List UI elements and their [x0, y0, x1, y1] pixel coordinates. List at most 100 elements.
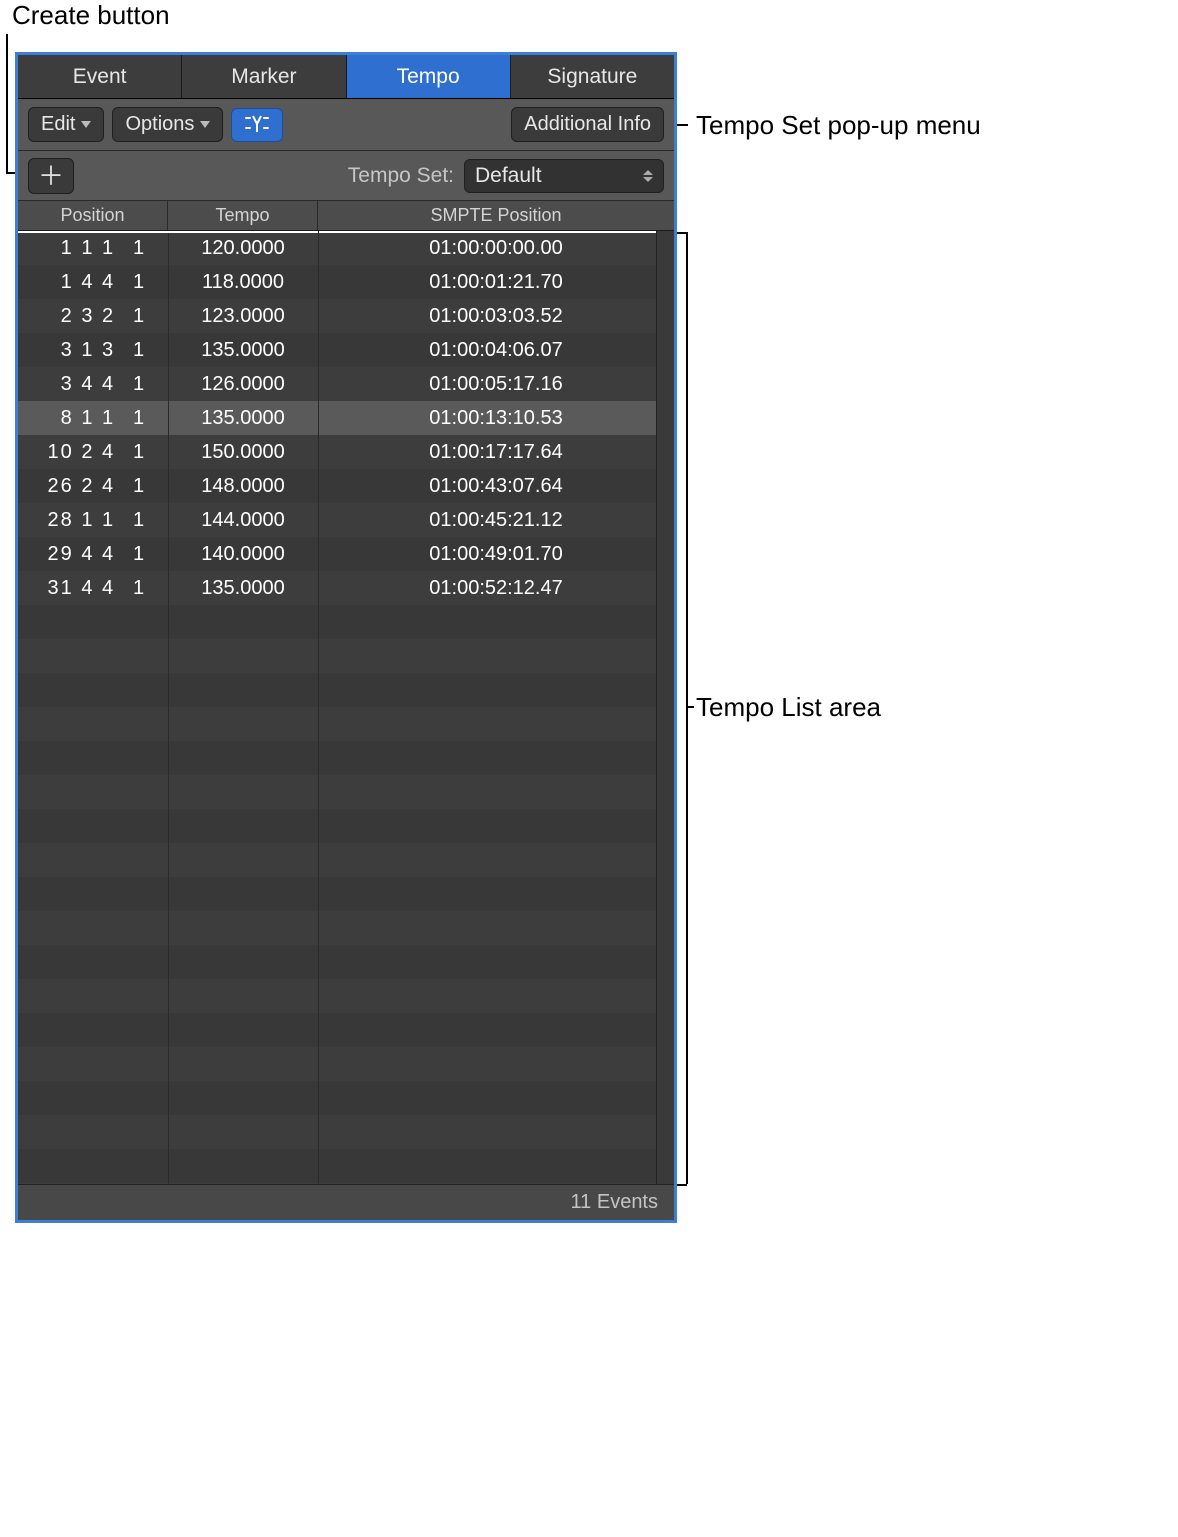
- table-row[interactable]: 8 1 11135.000001:00:13:10.53: [18, 401, 674, 435]
- cell-position: 1 4 4: [18, 271, 115, 294]
- cell-position-sub: 1: [119, 441, 158, 464]
- table-row[interactable]: 3 4 41 126.000001:00:05:17.16: [18, 367, 674, 401]
- toolbar: Edit Options Additional Info: [18, 99, 674, 151]
- empty-row: [18, 741, 674, 775]
- cell-tempo: 123.0000: [168, 305, 318, 328]
- cell-smpte: 01:00:43:07.64: [318, 475, 674, 498]
- chevron-down-icon: [81, 121, 91, 128]
- tab-event[interactable]: Event: [18, 55, 182, 98]
- table-row[interactable]: 2 3 21 123.000001:00:03:03.52: [18, 299, 674, 333]
- cell-smpte: 01:00:01:21.70: [318, 271, 674, 294]
- tempo-list-window: Event Marker Tempo Signature Edit Option…: [15, 52, 677, 1223]
- tempo-set-popup[interactable]: Default: [464, 159, 664, 193]
- cell-position: 3 4 4: [18, 373, 115, 396]
- cell-position-sub: 1: [119, 407, 158, 430]
- tab-marker[interactable]: Marker: [182, 55, 346, 98]
- cell-tempo: 144.0000: [168, 509, 318, 532]
- callout-create-button: Create button: [12, 0, 170, 31]
- cell-position: 28 1 1: [18, 509, 115, 532]
- cell-tempo: 135.0000: [168, 339, 318, 362]
- col-position[interactable]: Position: [18, 201, 168, 230]
- cell-position-sub: 1: [119, 577, 158, 600]
- col-smpte[interactable]: SMPTE Position: [318, 201, 674, 230]
- additional-info-button[interactable]: Additional Info: [511, 107, 664, 142]
- cell-smpte: 01:00:45:21.12: [318, 509, 674, 532]
- table-row[interactable]: 26 2 41 148.000001:00:43:07.64: [18, 469, 674, 503]
- cell-position-sub: 1: [119, 475, 158, 498]
- table-row[interactable]: 10 2 41150.000001:00:17:17.64: [18, 435, 674, 469]
- create-button[interactable]: ＋: [28, 158, 74, 194]
- cell-tempo: 118.0000: [168, 271, 318, 294]
- cell-position-sub: 1: [119, 271, 158, 294]
- cell-position-sub: 1: [119, 339, 158, 362]
- options-menu[interactable]: Options: [112, 107, 223, 142]
- empty-row: [18, 911, 674, 945]
- empty-row: [18, 1047, 674, 1081]
- empty-row: [18, 605, 674, 639]
- cell-smpte: 01:00:49:01.70: [318, 543, 674, 566]
- empty-row: [18, 1183, 674, 1184]
- callout-tempo-list-area: Tempo List area: [696, 692, 881, 723]
- cell-position: 1 1 1: [18, 237, 115, 260]
- tempo-list-area[interactable]: 1 1 11120.000001:00:00:00.001 4 41118.00…: [18, 231, 674, 1184]
- catch-filter-button[interactable]: [231, 108, 283, 142]
- empty-row: [18, 1081, 674, 1115]
- empty-row: [18, 673, 674, 707]
- tempo-set-value: Default: [475, 164, 542, 188]
- cell-tempo: 135.0000: [168, 407, 318, 430]
- cell-position-sub: 1: [119, 373, 158, 396]
- filter-icon: [244, 114, 270, 136]
- cell-smpte: 01:00:05:17.16: [318, 373, 674, 396]
- empty-row: [18, 1013, 674, 1047]
- cell-tempo: 120.0000: [168, 237, 318, 260]
- edit-menu[interactable]: Edit: [28, 107, 104, 142]
- empty-row: [18, 877, 674, 911]
- cell-smpte: 01:00:13:10.53: [318, 407, 674, 430]
- column-header: Position Tempo SMPTE Position: [18, 201, 674, 231]
- cell-smpte: 01:00:00:00.00: [318, 237, 674, 260]
- empty-row: [18, 775, 674, 809]
- cell-position: 2 3 2: [18, 305, 115, 328]
- cell-smpte: 01:00:03:03.52: [318, 305, 674, 328]
- table-row[interactable]: 1 4 41 118.000001:00:01:21.70: [18, 265, 674, 299]
- cell-position: 10 2 4: [18, 441, 115, 464]
- col-tempo[interactable]: Tempo: [168, 201, 318, 230]
- event-count: 11 Events: [571, 1191, 658, 1214]
- cell-tempo: 150.0000: [168, 441, 318, 464]
- tempo-set-bar: ＋ Tempo Set: Default: [18, 151, 674, 201]
- tempo-set-label: Tempo Set:: [348, 164, 454, 188]
- cell-tempo: 140.0000: [168, 543, 318, 566]
- cell-position: 29 4 4: [18, 543, 115, 566]
- table-row[interactable]: 31 4 41 135.000001:00:52:12.47: [18, 571, 674, 605]
- cell-tempo: 126.0000: [168, 373, 318, 396]
- cell-position-sub: 1: [119, 509, 158, 532]
- cell-position: 26 2 4: [18, 475, 115, 498]
- empty-row: [18, 843, 674, 877]
- empty-row: [18, 945, 674, 979]
- scrollbar[interactable]: [656, 231, 674, 1184]
- edit-menu-label: Edit: [41, 113, 75, 136]
- cell-position: 3 1 3: [18, 339, 115, 362]
- empty-row: [18, 639, 674, 673]
- cell-smpte: 01:00:04:06.07: [318, 339, 674, 362]
- empty-row: [18, 1115, 674, 1149]
- cell-position: 31 4 4: [18, 577, 115, 600]
- cell-tempo: 148.0000: [168, 475, 318, 498]
- table-row[interactable]: 28 1 11 144.000001:00:45:21.12: [18, 503, 674, 537]
- cell-smpte: 01:00:52:12.47: [318, 577, 674, 600]
- additional-info-label: Additional Info: [524, 113, 651, 136]
- cell-position-sub: 1: [119, 237, 158, 260]
- tab-tempo[interactable]: Tempo: [347, 55, 511, 98]
- updown-arrows-icon: [643, 170, 653, 182]
- table-row[interactable]: 29 4 41140.000001:00:49:01.70: [18, 537, 674, 571]
- tabs-bar: Event Marker Tempo Signature: [18, 55, 674, 99]
- options-menu-label: Options: [125, 113, 194, 136]
- table-row[interactable]: 3 1 31 135.000001:00:04:06.07: [18, 333, 674, 367]
- empty-row: [18, 707, 674, 741]
- tab-signature[interactable]: Signature: [511, 55, 674, 98]
- table-row[interactable]: 1 1 11 120.000001:00:00:00.00: [18, 231, 674, 265]
- cell-tempo: 135.0000: [168, 577, 318, 600]
- cell-position-sub: 1: [119, 305, 158, 328]
- plus-icon: ＋: [38, 163, 64, 189]
- empty-row: [18, 809, 674, 843]
